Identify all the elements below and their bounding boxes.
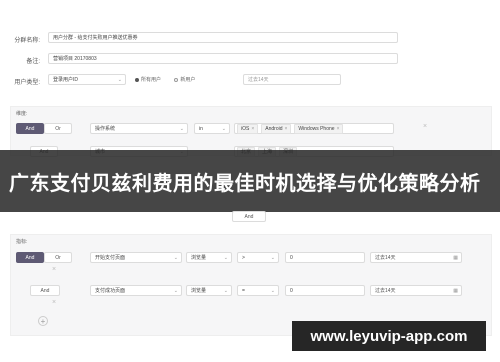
chevron-down-icon: ⌄ [270,254,275,261]
dimension-title: 维度: [16,111,28,117]
metric-row2-date-input[interactable]: 过去14天 ▦ [370,285,462,296]
radio-all-label: 所有用户 [141,77,162,83]
radio-all-users[interactable] [135,77,139,82]
metric-row2-value-input[interactable]: 0 [285,285,365,296]
chevron-down-icon: ⌄ [173,287,178,294]
metric-row1-event-select[interactable]: 开始支付页面 ⌄ [90,252,182,263]
metric-and-button[interactable]: And [16,252,44,263]
metric-row2-measure-select[interactable]: 浏览量 ⌄ [186,285,232,296]
close-icon[interactable]: × [337,126,340,132]
metric-row1-value-input[interactable]: 0 [285,252,365,263]
metric-row1-op-select[interactable]: > ⌄ [237,252,279,263]
metric-row2-event-select[interactable]: 支付成功页面 ⌄ [90,285,182,296]
radio-new-label: 新用户 [180,77,196,83]
user-type-label: 用户类型: [14,80,40,86]
group-name-label: 分群名称: [14,38,40,44]
tag-ios: iOS × [237,123,259,134]
calendar-icon: ▦ [453,287,458,294]
remove-row-icon[interactable]: × [52,266,56,273]
banner-text: 广东支付贝兹利费用的最佳时机选择与优化策略分析 [9,172,481,195]
metric-title: 指标: [16,239,28,245]
chevron-down-icon: ⌄ [270,287,275,294]
dimension-tags-input[interactable]: iOS × Android × Windows Phone × [234,123,394,134]
metric-row1-op-value: > [242,254,245,261]
metric-row1-measure-select[interactable]: 浏览量 ⌄ [186,252,232,263]
metric-row2-event-value: 支付成功页面 [95,288,126,294]
footer-text: www.leyuvip-app.com [310,327,468,345]
tag-android: Android × [261,123,292,134]
metric-row1-event-value: 开始支付页面 [95,255,126,261]
user-type-select[interactable]: 登录用户ID ⌄ [48,74,126,85]
remove-row-icon[interactable]: × [423,123,427,130]
watermark-footer: www.leyuvip-app.com [292,321,486,351]
metric-row2-op-select[interactable]: = ⌄ [237,285,279,296]
radio-new-users[interactable] [174,77,179,82]
dimension-op-value: in [199,125,203,132]
chevron-down-icon: ⌄ [223,287,228,294]
metric-row2-date-value: 过去14天 [375,288,396,294]
metric-row2-measure-value: 浏览量 [191,288,207,294]
tag-label: Android [265,125,283,132]
metric-row2-and-button[interactable]: And [30,285,60,296]
dimension-and-button[interactable]: And [16,123,44,134]
group-name-input[interactable]: 用户分群 - 给支付失败用户推送优惠券 [48,32,398,43]
remark-input[interactable]: 营销项目 20170803 [48,53,398,64]
chevron-down-icon: ⌄ [179,125,184,132]
calendar-icon: ▦ [453,254,458,261]
dimension-or-button[interactable]: Or [44,123,72,134]
metric-or-button[interactable]: Or [44,252,72,263]
remove-row-icon[interactable]: × [52,299,56,306]
dimension-field-value: 操作系统 [95,126,116,132]
tag-label: iOS [241,125,250,132]
chevron-down-icon: ⌄ [223,254,228,261]
chevron-down-icon: ⌄ [117,76,122,83]
and-divider-button[interactable]: And [232,211,266,222]
metric-row2-op-value: = [242,287,245,294]
metric-row1-measure-value: 浏览量 [191,255,207,261]
metric-row1-date-value: 过去14天 [375,255,396,261]
user-type-value: 登录用户ID [53,77,79,83]
add-condition-icon[interactable]: + [38,316,48,326]
metric-row1-date-input[interactable]: 过去14天 ▦ [370,252,462,263]
dimension-op-select[interactable]: in ⌄ [194,123,230,134]
tag-windows-phone: Windows Phone × [294,123,344,134]
remark-label: 备注: [26,59,40,65]
close-icon[interactable]: × [251,126,254,132]
tag-label: Windows Phone [298,125,335,132]
user-type-options-label: 所有用户 新用户 [135,76,195,83]
dimension-field-select[interactable]: 操作系统 ⌄ [90,123,188,134]
chevron-down-icon: ⌄ [221,125,226,132]
title-banner: 广东支付贝兹利费用的最佳时机选择与优化策略分析 [0,150,500,212]
close-icon[interactable]: × [285,126,288,132]
date-range-input[interactable]: 过去14天 [243,74,341,85]
chevron-down-icon: ⌄ [173,254,178,261]
